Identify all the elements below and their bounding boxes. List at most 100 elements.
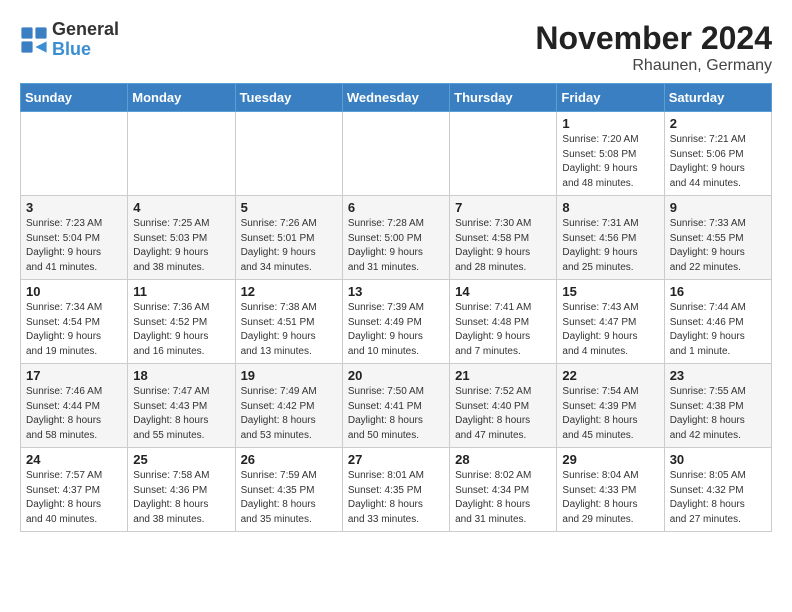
day-info: Sunrise: 7:50 AMSunset: 4:41 PMDaylight:… xyxy=(348,385,444,443)
day-info: Sunrise: 7:38 AMSunset: 4:51 PMDaylight:… xyxy=(241,301,337,359)
table-row: 30 Sunrise: 8:05 AMSunset: 4:32 PMDayligh… xyxy=(664,448,771,532)
calendar-header-row: Sunday Monday Tuesday Wednesday Thursday… xyxy=(21,84,772,112)
day-number: 7 xyxy=(455,200,551,215)
day-info: Sunrise: 7:41 AMSunset: 4:48 PMDaylight:… xyxy=(455,301,551,359)
day-number: 23 xyxy=(670,368,766,383)
table-row: 26 Sunrise: 7:59 AMSunset: 4:35 PMDayligh… xyxy=(235,448,342,532)
table-row: 16Sunrise: 7:44 AMSunset: 4:46 PMDayligh… xyxy=(664,280,771,364)
col-sunday: Sunday xyxy=(21,84,128,112)
day-info: Sunrise: 7:47 AMSunset: 4:43 PMDaylight:… xyxy=(133,385,229,443)
table-row: 3 Sunrise: 7:23 AMSunset: 5:04 PMDaylight… xyxy=(21,196,128,280)
table-row: 28 Sunrise: 8:02 AMSunset: 4:34 PMDayligh… xyxy=(450,448,557,532)
day-info: Sunrise: 7:52 AMSunset: 4:40 PMDaylight:… xyxy=(455,385,551,443)
table-row: 8Sunrise: 7:31 AMSunset: 4:56 PMDaylight… xyxy=(557,196,664,280)
table-row: 20 Sunrise: 7:50 AMSunset: 4:41 PMDayligh… xyxy=(342,364,449,448)
calendar-week-row: 24Sunrise: 7:57 AMSunset: 4:37 PMDayligh… xyxy=(21,448,772,532)
day-number: 21 xyxy=(455,368,551,383)
day-number: 18 xyxy=(133,368,229,383)
calendar-week-row: 3 Sunrise: 7:23 AMSunset: 5:04 PMDaylight… xyxy=(21,196,772,280)
day-info: Sunrise: 7:36 AMSunset: 4:52 PMDaylight:… xyxy=(133,301,229,359)
table-row: 14 Sunrise: 7:41 AMSunset: 4:48 PMDayligh… xyxy=(450,280,557,364)
table-row xyxy=(128,112,235,196)
calendar-week-row: 1 Sunrise: 7:20 AMSunset: 5:08 PMDaylight… xyxy=(21,112,772,196)
table-row: 13 Sunrise: 7:39 AMSunset: 4:49 PMDayligh… xyxy=(342,280,449,364)
table-row xyxy=(235,112,342,196)
day-info: Sunrise: 7:21 AMSunset: 5:06 PMDaylight:… xyxy=(670,133,766,191)
table-row: 21 Sunrise: 7:52 AMSunset: 4:40 PMDayligh… xyxy=(450,364,557,448)
table-row: 17 Sunrise: 7:46 AMSunset: 4:44 PMDayligh… xyxy=(21,364,128,448)
table-row xyxy=(450,112,557,196)
day-number: 3 xyxy=(26,200,122,215)
day-info: Sunrise: 7:55 AMSunset: 4:38 PMDaylight:… xyxy=(670,385,766,443)
day-info: Sunrise: 7:34 AMSunset: 4:54 PMDaylight:… xyxy=(26,301,122,359)
day-number: 20 xyxy=(348,368,444,383)
day-info: Sunrise: 8:04 AMSunset: 4:33 PMDaylight:… xyxy=(562,469,658,527)
month-title: November 2024 xyxy=(535,20,772,57)
day-number: 15 xyxy=(562,284,658,299)
table-row: 23 Sunrise: 7:55 AMSunset: 4:38 PMDayligh… xyxy=(664,364,771,448)
table-row: 11 Sunrise: 7:36 AMSunset: 4:52 PMDayligh… xyxy=(128,280,235,364)
day-number: 26 xyxy=(241,452,337,467)
page: General Blue November 2024 Rhaunen, Germ… xyxy=(0,0,792,542)
table-row: 15Sunrise: 7:43 AMSunset: 4:47 PMDayligh… xyxy=(557,280,664,364)
day-number: 16 xyxy=(670,284,766,299)
day-info: Sunrise: 7:57 AMSunset: 4:37 PMDaylight:… xyxy=(26,469,122,527)
day-info: Sunrise: 7:28 AMSunset: 5:00 PMDaylight:… xyxy=(348,217,444,275)
table-row: 2 Sunrise: 7:21 AMSunset: 5:06 PMDaylight… xyxy=(664,112,771,196)
day-number: 28 xyxy=(455,452,551,467)
header: General Blue November 2024 Rhaunen, Germ… xyxy=(20,20,772,75)
col-thursday: Thursday xyxy=(450,84,557,112)
day-number: 27 xyxy=(348,452,444,467)
day-number: 17 xyxy=(26,368,122,383)
day-info: Sunrise: 8:01 AMSunset: 4:35 PMDaylight:… xyxy=(348,469,444,527)
day-number: 29 xyxy=(562,452,658,467)
day-info: Sunrise: 7:30 AMSunset: 4:58 PMDaylight:… xyxy=(455,217,551,275)
day-info: Sunrise: 8:02 AMSunset: 4:34 PMDaylight:… xyxy=(455,469,551,527)
day-info: Sunrise: 7:23 AMSunset: 5:04 PMDaylight:… xyxy=(26,217,122,275)
day-number: 1 xyxy=(562,116,658,131)
table-row xyxy=(342,112,449,196)
day-number: 30 xyxy=(670,452,766,467)
day-number: 11 xyxy=(133,284,229,299)
table-row: 19 Sunrise: 7:49 AMSunset: 4:42 PMDayligh… xyxy=(235,364,342,448)
col-friday: Friday xyxy=(557,84,664,112)
table-row: 6 Sunrise: 7:28 AMSunset: 5:00 PMDaylight… xyxy=(342,196,449,280)
logo-general: General Blue xyxy=(52,20,119,60)
table-row: 12 Sunrise: 7:38 AMSunset: 4:51 PMDayligh… xyxy=(235,280,342,364)
day-number: 13 xyxy=(348,284,444,299)
table-row: 5 Sunrise: 7:26 AMSunset: 5:01 PMDaylight… xyxy=(235,196,342,280)
logo-icon xyxy=(20,26,48,54)
day-number: 14 xyxy=(455,284,551,299)
table-row: 4Sunrise: 7:25 AMSunset: 5:03 PMDaylight… xyxy=(128,196,235,280)
table-row: 18 Sunrise: 7:47 AMSunset: 4:43 PMDayligh… xyxy=(128,364,235,448)
day-number: 12 xyxy=(241,284,337,299)
calendar-week-row: 17 Sunrise: 7:46 AMSunset: 4:44 PMDayligh… xyxy=(21,364,772,448)
day-number: 22 xyxy=(562,368,658,383)
day-info: Sunrise: 7:33 AMSunset: 4:55 PMDaylight:… xyxy=(670,217,766,275)
table-row: 29 Sunrise: 8:04 AMSunset: 4:33 PMDayligh… xyxy=(557,448,664,532)
day-number: 25 xyxy=(133,452,229,467)
table-row: 7 Sunrise: 7:30 AMSunset: 4:58 PMDaylight… xyxy=(450,196,557,280)
col-monday: Monday xyxy=(128,84,235,112)
day-number: 2 xyxy=(670,116,766,131)
day-number: 5 xyxy=(241,200,337,215)
day-info: Sunrise: 7:59 AMSunset: 4:35 PMDaylight:… xyxy=(241,469,337,527)
day-info: Sunrise: 7:39 AMSunset: 4:49 PMDaylight:… xyxy=(348,301,444,359)
logo: General Blue xyxy=(20,20,119,60)
day-info: Sunrise: 7:20 AMSunset: 5:08 PMDaylight:… xyxy=(562,133,658,191)
day-info: Sunrise: 7:25 AMSunset: 5:03 PMDaylight:… xyxy=(133,217,229,275)
day-number: 10 xyxy=(26,284,122,299)
table-row: 9Sunrise: 7:33 AMSunset: 4:55 PMDaylight… xyxy=(664,196,771,280)
day-number: 8 xyxy=(562,200,658,215)
day-info: Sunrise: 8:05 AMSunset: 4:32 PMDaylight:… xyxy=(670,469,766,527)
calendar: Sunday Monday Tuesday Wednesday Thursday… xyxy=(20,83,772,532)
title-block: November 2024 Rhaunen, Germany xyxy=(535,20,772,75)
day-number: 6 xyxy=(348,200,444,215)
table-row: 22Sunrise: 7:54 AMSunset: 4:39 PMDayligh… xyxy=(557,364,664,448)
day-info: Sunrise: 7:49 AMSunset: 4:42 PMDaylight:… xyxy=(241,385,337,443)
day-info: Sunrise: 7:46 AMSunset: 4:44 PMDaylight:… xyxy=(26,385,122,443)
day-info: Sunrise: 7:26 AMSunset: 5:01 PMDaylight:… xyxy=(241,217,337,275)
day-number: 19 xyxy=(241,368,337,383)
table-row: 27 Sunrise: 8:01 AMSunset: 4:35 PMDayligh… xyxy=(342,448,449,532)
day-info: Sunrise: 7:58 AMSunset: 4:36 PMDaylight:… xyxy=(133,469,229,527)
